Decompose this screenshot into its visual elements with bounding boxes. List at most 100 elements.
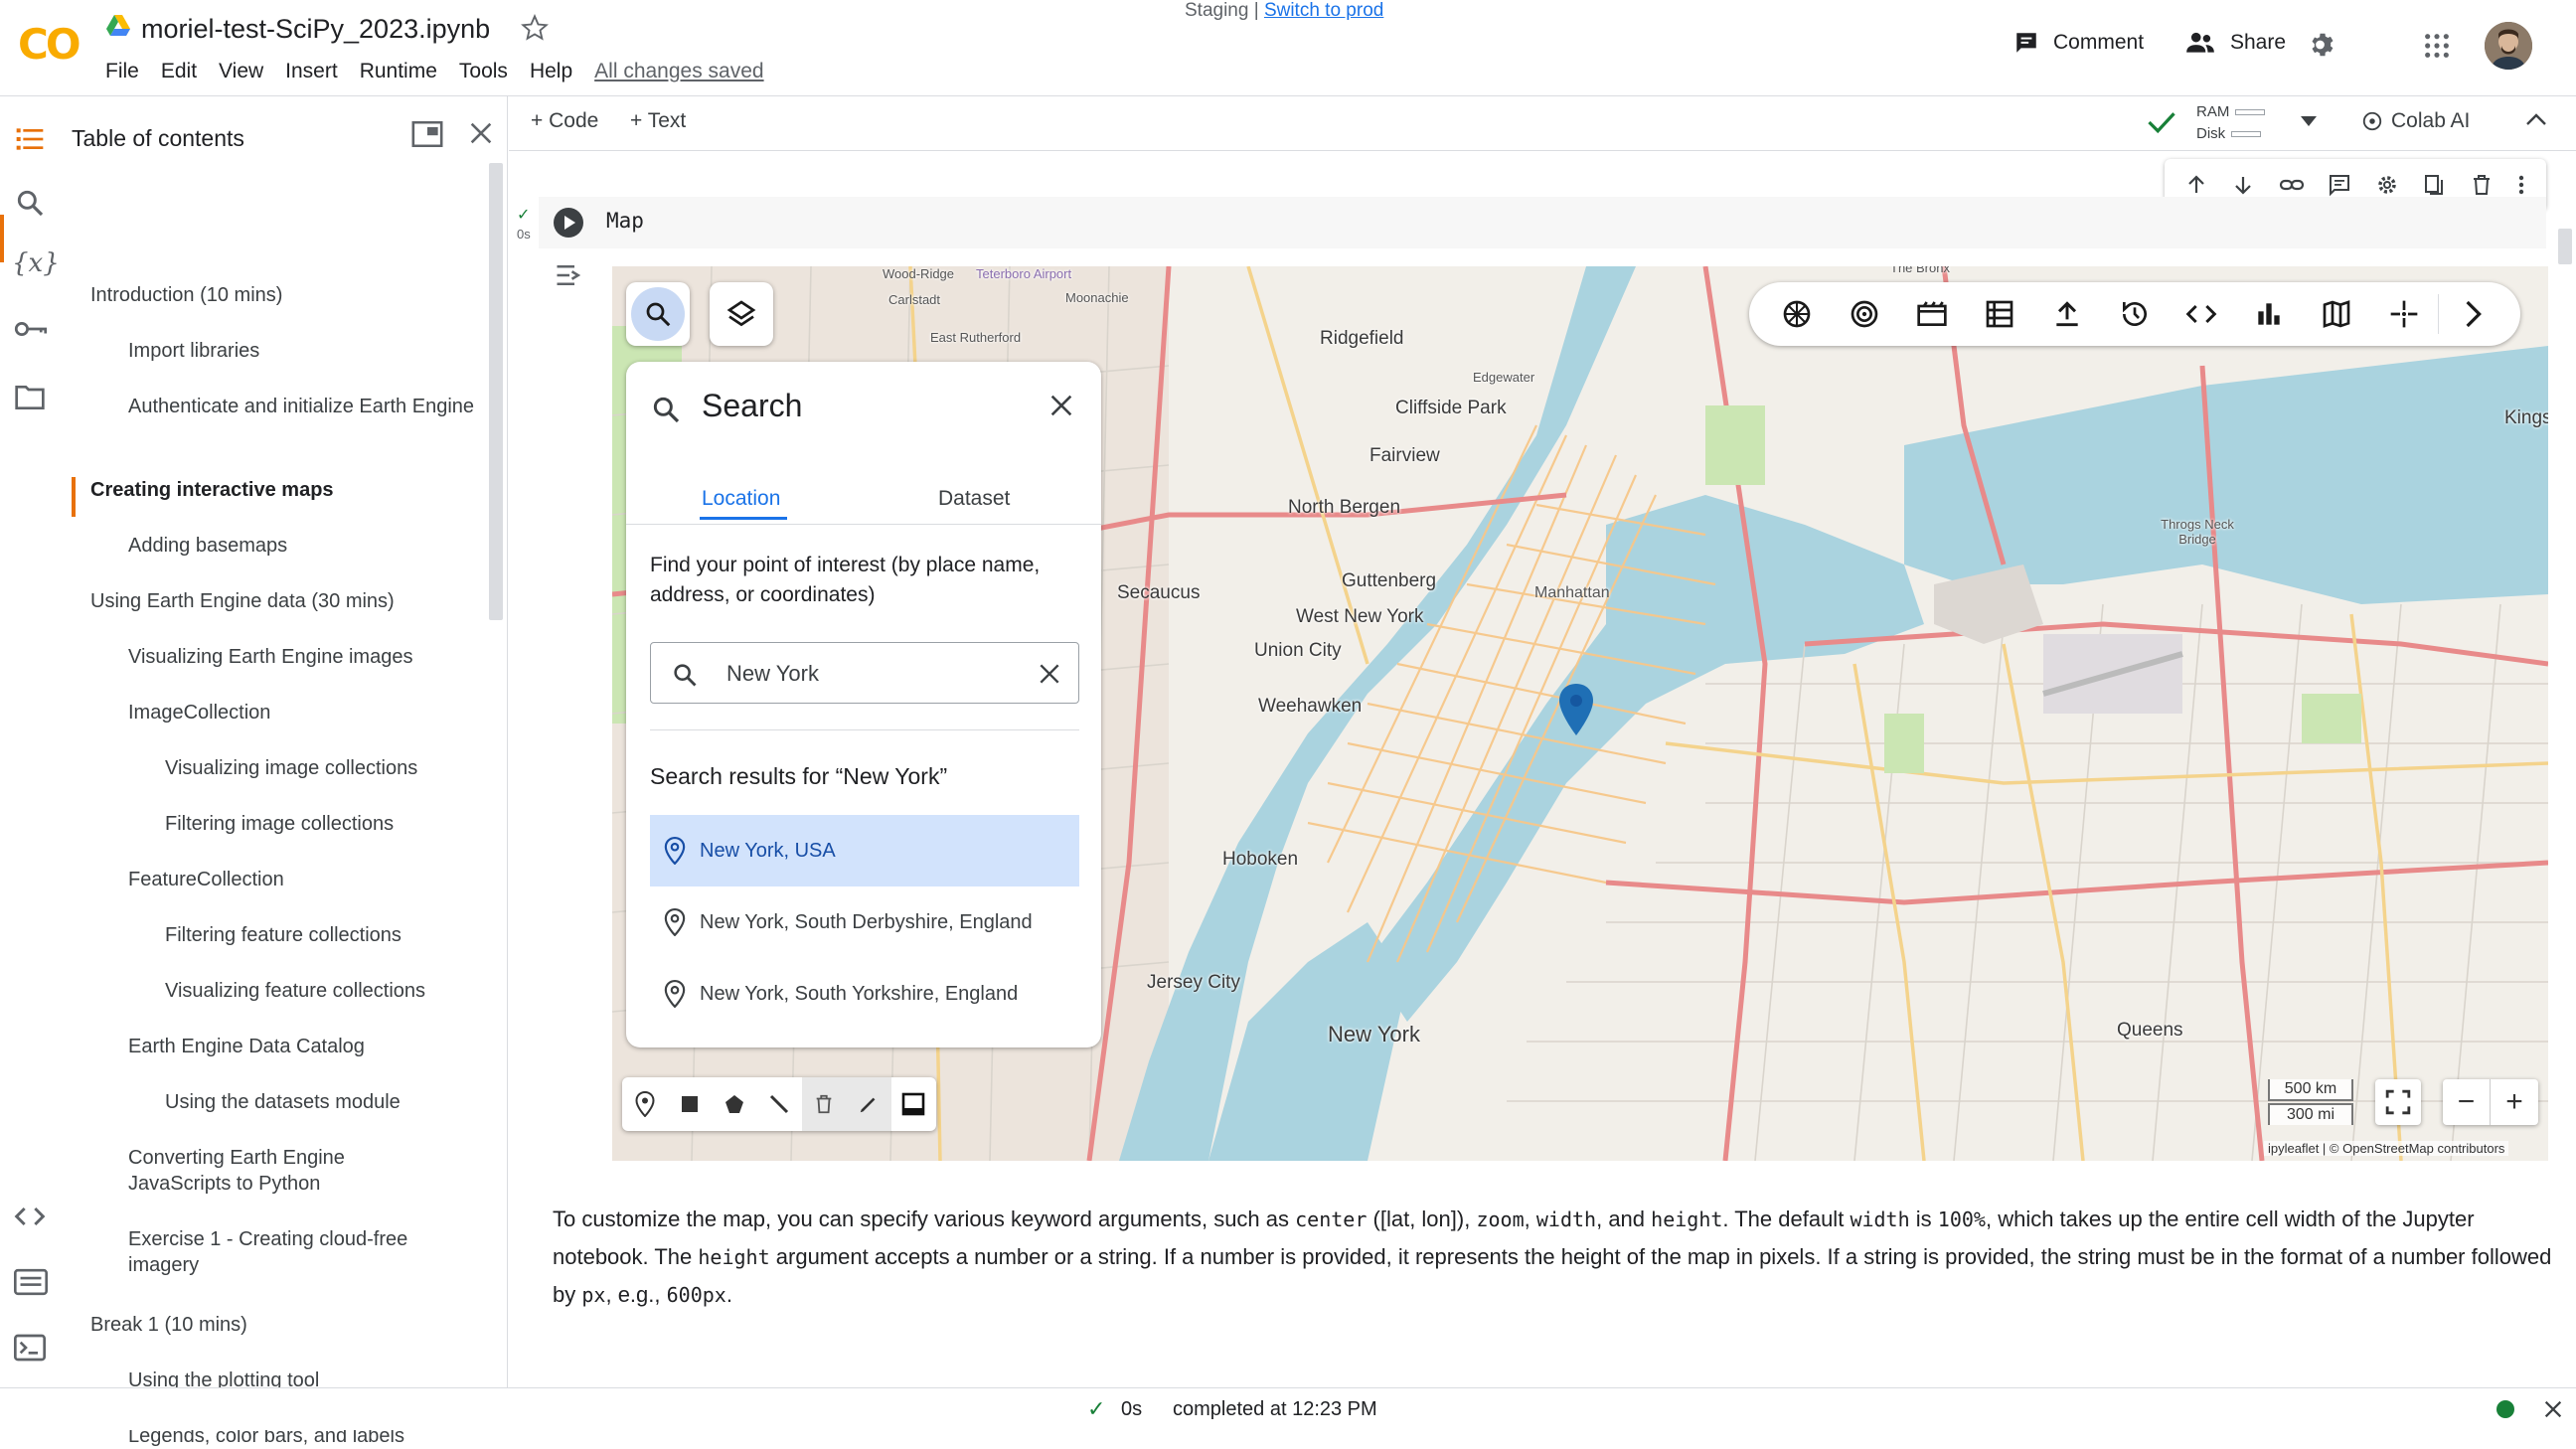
edit-shapes-icon[interactable] [846, 1077, 891, 1131]
panel-divider[interactable] [507, 95, 508, 1387]
close-icon[interactable] [2542, 1398, 2564, 1420]
draw-marker-icon[interactable] [622, 1077, 667, 1131]
star-icon[interactable] [521, 14, 549, 42]
zoom-in-button[interactable]: + [2491, 1079, 2538, 1125]
folder-icon[interactable] [14, 384, 46, 411]
upload-icon[interactable] [2033, 298, 2101, 330]
run-cell-button[interactable] [553, 207, 584, 239]
search-result[interactable]: New York, South Derbyshire, England [650, 886, 1079, 958]
runtime-status-dot[interactable] [2496, 1400, 2514, 1418]
toc-item[interactable]: Visualizing feature collections [165, 978, 523, 1004]
notebook-scrollbar[interactable] [2558, 229, 2572, 264]
menu-tools[interactable]: Tools [459, 60, 508, 83]
draw-control-icon[interactable] [891, 1077, 936, 1131]
toc-item[interactable]: Using Earth Engine data (30 mins) [90, 588, 448, 614]
add-code-button[interactable]: + Code [531, 109, 598, 133]
map-attribution[interactable]: ipyleaflet | © OpenStreetMap contributor… [2264, 1141, 2509, 1156]
save-status[interactable]: All changes saved [594, 60, 763, 83]
key-icon[interactable] [14, 318, 48, 340]
chevron-up-icon[interactable] [2524, 111, 2548, 127]
status-text[interactable]: completed at 12:23 PM [1173, 1398, 1377, 1421]
search-result[interactable]: New York, USA [650, 815, 1079, 886]
toc-item-active[interactable]: Creating interactive maps [90, 477, 448, 503]
variables-icon[interactable]: {x} [12, 248, 60, 278]
toc-scrollbar[interactable] [489, 163, 503, 620]
open-in-tab-icon[interactable] [411, 121, 443, 147]
zoom-out-button[interactable]: − [2443, 1079, 2491, 1125]
toc-item[interactable]: Break 1 (10 mins) [90, 1312, 448, 1338]
map-icon[interactable] [2303, 298, 2370, 330]
toc-item[interactable]: Filtering feature collections [165, 922, 523, 948]
clear-icon[interactable] [1037, 661, 1062, 687]
search-result[interactable]: New York, South Yorkshire, England [650, 958, 1079, 1030]
menu-edit[interactable]: Edit [161, 60, 197, 83]
menu-file[interactable]: File [105, 60, 139, 83]
switch-to-prod-link[interactable]: Switch to prod [1264, 0, 1383, 21]
avatar[interactable] [2485, 22, 2532, 70]
menu-insert[interactable]: Insert [285, 60, 338, 83]
toc-item[interactable]: Adding basemaps [128, 533, 486, 559]
menu-runtime[interactable]: Runtime [360, 60, 437, 83]
table-of-contents-icon[interactable] [14, 123, 46, 155]
colab-logo[interactable]: CO [18, 20, 81, 69]
mirror-cell-icon[interactable] [2422, 173, 2446, 197]
draw-polyline-icon[interactable] [756, 1077, 801, 1131]
tab-location[interactable]: Location [702, 487, 780, 511]
add-text-button[interactable]: + Text [630, 109, 686, 133]
toc-item[interactable]: Earth Engine Data Catalog [128, 1034, 486, 1059]
search-input-value[interactable]: New York [726, 661, 819, 687]
map-search-button[interactable] [626, 282, 690, 346]
share-button[interactable]: Share [2184, 30, 2286, 56]
chevron-right-icon[interactable] [2439, 298, 2506, 330]
notebook-title[interactable]: moriel-test-SciPy_2023.ipynb [141, 14, 490, 45]
more-vert-icon[interactable] [2516, 173, 2526, 197]
toc-item[interactable]: Introduction (10 mins) [90, 282, 448, 308]
apps-grid-icon[interactable] [2423, 32, 2451, 60]
colab-ai-button[interactable]: Colab AI [2361, 109, 2470, 133]
history-icon[interactable] [2101, 298, 2169, 330]
close-icon[interactable] [1047, 392, 1075, 419]
code-editor[interactable] [539, 197, 2546, 248]
draw-polygon-icon[interactable] [712, 1077, 756, 1131]
toc-item[interactable]: Import libraries [128, 338, 486, 364]
crosshair-icon[interactable] [2370, 298, 2438, 330]
toc-item[interactable]: Exercise 1 - Creating cloud-free imagery [128, 1226, 446, 1278]
gear-icon[interactable] [2308, 30, 2337, 60]
bar-chart-icon[interactable] [2235, 298, 2303, 330]
toc-item[interactable]: FeatureCollection [128, 867, 486, 892]
draw-rectangle-icon[interactable] [667, 1077, 712, 1131]
toc-item[interactable]: Visualizing image collections [165, 755, 523, 781]
terminal-icon[interactable] [14, 1334, 46, 1362]
dropdown-arrow-icon[interactable] [2300, 115, 2318, 127]
basemap-icon[interactable] [1763, 298, 1831, 330]
move-down-icon[interactable] [2231, 173, 2255, 197]
text-cell[interactable]: To customize the map, you can specify va… [553, 1201, 2560, 1314]
link-icon[interactable] [2279, 173, 2305, 197]
fullscreen-button[interactable] [2375, 1079, 2421, 1125]
timelapse-icon[interactable] [1898, 298, 1966, 330]
gear-icon[interactable] [2375, 173, 2399, 197]
search-icon[interactable] [14, 187, 46, 219]
trash-icon[interactable] [2470, 173, 2494, 197]
layers-button[interactable] [710, 282, 773, 346]
comment-icon[interactable] [2328, 173, 2351, 197]
output-actions-icon[interactable] [555, 262, 584, 288]
toc-item[interactable]: ImageCollection [128, 700, 486, 725]
toc-item[interactable]: Visualizing Earth Engine images [128, 644, 486, 670]
toc-item[interactable]: Using the datasets module [165, 1089, 523, 1115]
resource-meter[interactable]: RAM Disk [2196, 101, 2266, 145]
location-search-input[interactable]: New York [650, 642, 1079, 704]
target-icon[interactable] [1831, 298, 1898, 330]
delete-shapes-icon[interactable] [801, 1077, 847, 1131]
tab-dataset[interactable]: Dataset [938, 487, 1010, 511]
menu-help[interactable]: Help [530, 60, 572, 83]
location-pin-icon[interactable] [1556, 682, 1596, 737]
comment-button[interactable]: Comment [2013, 30, 2144, 56]
toc-item[interactable]: Converting Earth Engine JavaScripts to P… [128, 1145, 387, 1197]
code-text[interactable]: Map [606, 209, 644, 233]
table-icon[interactable] [1966, 298, 2033, 330]
code-snippets-icon[interactable] [14, 1205, 46, 1228]
move-up-icon[interactable] [2184, 173, 2208, 197]
command-palette-icon[interactable] [14, 1268, 48, 1296]
map-widget[interactable]: Wood-Ridge Teterboro Airport Carlstadt M… [612, 266, 2548, 1161]
